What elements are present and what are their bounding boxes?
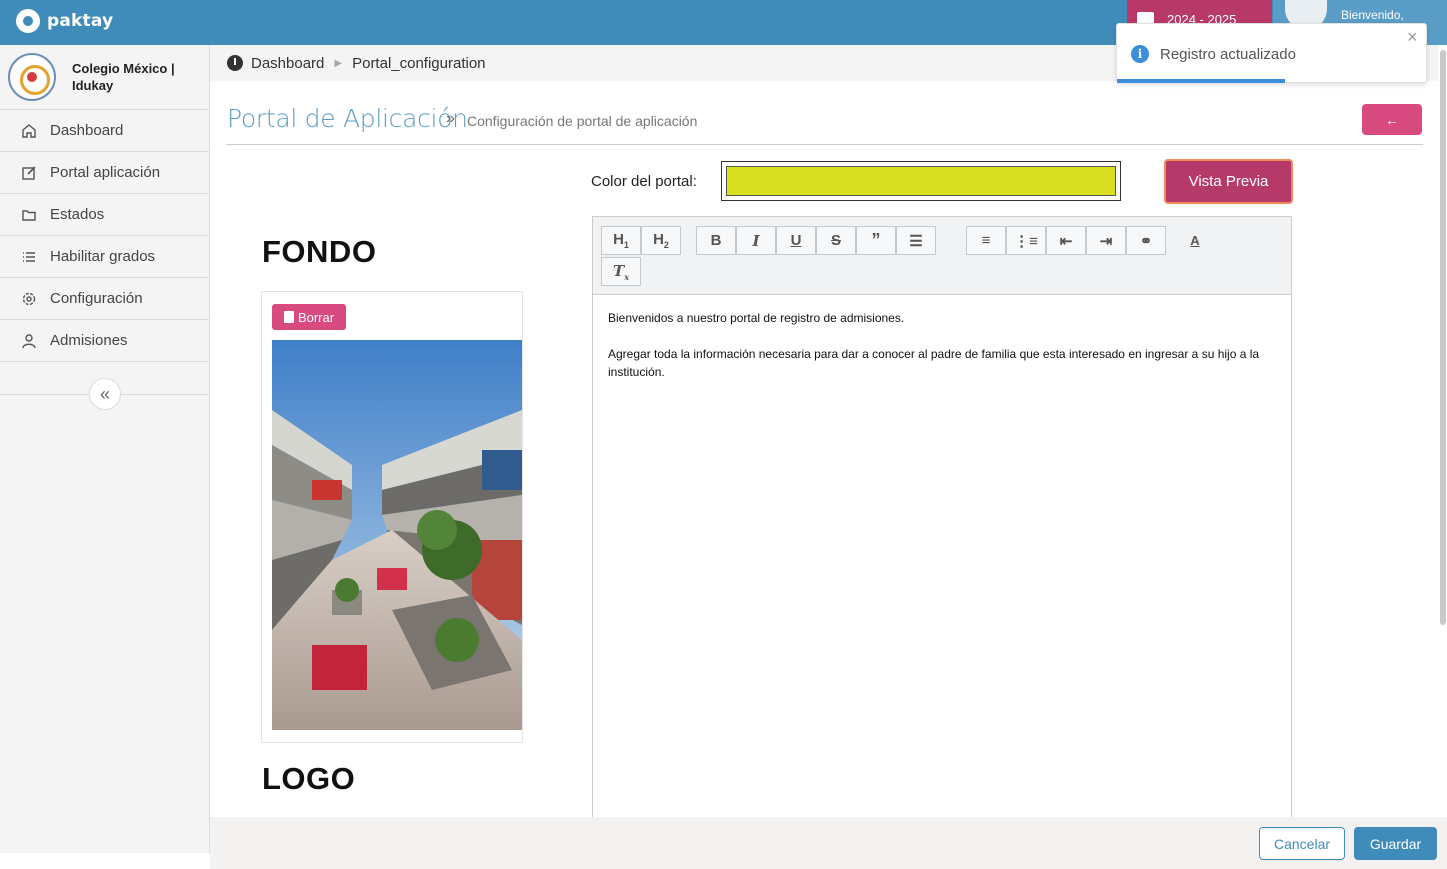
bold-icon: B	[710, 232, 722, 249]
delete-label: Borrar	[297, 309, 335, 325]
breadcrumb-item-current: Portal_configuration	[352, 54, 486, 72]
background-image	[272, 340, 522, 730]
gear-icon	[21, 291, 37, 307]
heading-1-button[interactable]: H1	[601, 226, 641, 255]
editor-paragraph: Bienvenidos a nuestro portal de registro…	[608, 311, 905, 325]
home-icon	[21, 123, 37, 139]
background-image-card: Borrar	[261, 291, 523, 743]
sidebar: Colegio México | Idukay Dashboard Portal…	[0, 45, 210, 853]
underline-button[interactable]: U	[776, 226, 816, 255]
text-color-button[interactable]: A	[1175, 226, 1215, 255]
save-button[interactable]: Guardar	[1354, 827, 1437, 860]
delete-image-button[interactable]: Borrar	[272, 304, 346, 330]
sidebar-item-label: Portal aplicación	[50, 164, 161, 181]
double-chevron-left-icon: «	[99, 383, 110, 404]
page-title: Portal de Aplicación	[227, 104, 468, 133]
align-button[interactable]: ☰	[896, 226, 936, 255]
rich-text-editor: H1 H2 B I U S ” ☰ ≡ ⋮≡ ⇤ ⇥ ⚭ A Tx Bienve…	[592, 216, 1292, 821]
breadcrumb-item-dashboard[interactable]: Dashboard	[251, 55, 324, 72]
editor-paragraph: Agregar toda la información necesaria pa…	[608, 347, 1260, 379]
sidebar-item-label: Configuración	[50, 290, 143, 307]
text-color-icon: A	[1190, 233, 1200, 248]
scrollbar-thumb[interactable]	[1440, 50, 1446, 625]
sidebar-item-portal-aplicacion[interactable]: Portal aplicación	[0, 152, 209, 194]
title-separator: »	[446, 110, 455, 127]
heading-2-button[interactable]: H2	[641, 226, 681, 255]
list-icon	[21, 249, 37, 265]
blockquote-button[interactable]: ”	[856, 226, 896, 255]
collapse-sidebar-button[interactable]: «	[89, 378, 121, 410]
sidebar-item-admisiones[interactable]: Admisiones	[0, 320, 209, 362]
italic-icon: I	[752, 231, 760, 250]
school-name: Colegio México | Idukay	[72, 61, 175, 93]
sidebar-item-label: Estados	[50, 206, 105, 223]
portal-color-swatch	[726, 166, 1116, 196]
brand-name: paktay	[47, 11, 114, 31]
indent-button[interactable]: ⇥	[1086, 226, 1126, 255]
user-greeting: Bienvenido,	[1341, 8, 1404, 22]
user-icon	[21, 333, 37, 349]
toast-progress-bar	[1117, 79, 1285, 83]
preview-button[interactable]: Vista Previa	[1164, 159, 1293, 204]
editor-paragraph	[608, 327, 1276, 345]
outdent-button[interactable]: ⇤	[1046, 226, 1086, 255]
dashboard-icon	[227, 55, 243, 71]
scrollbar[interactable]	[1438, 45, 1447, 625]
portal-color-label: Color del portal:	[591, 173, 697, 190]
align-center-icon: ☰	[909, 232, 923, 250]
sidebar-item-estados[interactable]: Estados	[0, 194, 209, 236]
clear-format-button[interactable]: Tx	[601, 257, 641, 286]
sidebar-item-label: Admisiones	[50, 332, 128, 349]
bold-button[interactable]: B	[696, 226, 736, 255]
sidebar-item-label: Dashboard	[50, 122, 124, 139]
bullet-list-button[interactable]: ⋮≡	[1006, 226, 1046, 255]
fondo-heading: FONDO	[262, 234, 377, 269]
sidebar-item-configuracion[interactable]: Configuración	[0, 278, 209, 320]
breadcrumb-separator-icon: ▶	[334, 57, 343, 69]
info-icon: i	[1131, 45, 1149, 63]
ordered-list-icon: ≡	[981, 232, 991, 249]
sidebar-item-dashboard[interactable]: Dashboard	[0, 110, 209, 152]
sidebar-item-habilitar-grados[interactable]: Habilitar grados	[0, 236, 209, 278]
ordered-list-button[interactable]: ≡	[966, 226, 1006, 255]
indent-icon: ⇥	[1099, 232, 1113, 250]
clear-format-icon: Tx	[613, 261, 629, 282]
divider	[226, 144, 1423, 145]
strikethrough-button[interactable]: S	[816, 226, 856, 255]
link-icon: ⚭	[1139, 232, 1153, 250]
school-logo	[8, 53, 56, 101]
folder-icon	[21, 207, 37, 223]
arrow-left-icon: ←	[1385, 111, 1399, 128]
editor-toolbar: H1 H2 B I U S ” ☰ ≡ ⋮≡ ⇤ ⇥ ⚭ A Tx	[593, 217, 1291, 295]
paktay-logo-icon	[16, 9, 40, 33]
link-button[interactable]: ⚭	[1126, 226, 1166, 255]
editor-content[interactable]: Bienvenidos a nuestro portal de registro…	[593, 295, 1291, 395]
quote-icon: ”	[871, 230, 881, 250]
italic-button[interactable]: I	[736, 226, 776, 255]
underline-icon: U	[790, 232, 802, 249]
close-icon[interactable]: ×	[1407, 27, 1418, 48]
strikethrough-icon: S	[830, 232, 841, 249]
school-header: Colegio México | Idukay	[0, 45, 209, 110]
edit-icon	[21, 165, 37, 181]
sidebar-item-label: Habilitar grados	[50, 248, 156, 265]
back-button[interactable]: ←	[1362, 104, 1422, 135]
brand-logo[interactable]: paktay	[16, 9, 113, 33]
toast-message: Registro actualizado	[1160, 46, 1296, 63]
cancel-button[interactable]: Cancelar	[1259, 827, 1345, 860]
logo-heading: LOGO	[262, 761, 356, 796]
heading-1-icon: H1	[613, 231, 629, 250]
toast-notification: i Registro actualizado ×	[1116, 23, 1427, 83]
page-subtitle: Configuración de portal de aplicación	[467, 113, 698, 129]
portal-color-picker[interactable]	[721, 161, 1121, 201]
bullet-list-icon: ⋮≡	[1014, 232, 1038, 250]
heading-2-icon: H2	[653, 231, 669, 250]
outdent-icon: ⇤	[1059, 232, 1073, 250]
trash-icon	[283, 311, 294, 323]
